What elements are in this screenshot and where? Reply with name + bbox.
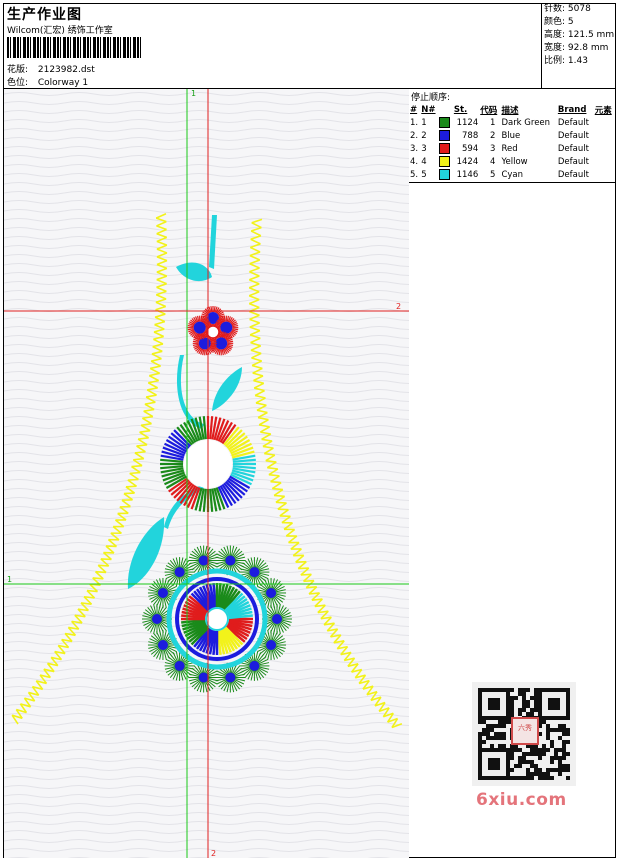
watermark-site: 6xiu.com xyxy=(476,790,567,810)
stop-sequence-title: 停止顺序: xyxy=(411,93,451,103)
design-file-label: 花版: xyxy=(7,65,29,75)
barcode xyxy=(7,37,142,58)
color-swatch xyxy=(439,117,451,128)
guide-label-top: 1 xyxy=(191,89,196,98)
stat-colors: 颜色: 5 xyxy=(544,17,574,27)
guide-label-bottom: 2 xyxy=(211,849,216,858)
stat-stitches: 针数: 5078 xyxy=(544,4,591,14)
stop-sequence-table: # N# St. 代码 描述 Brand 元素 1. 1 1124 1 Dark Gre… xyxy=(409,104,615,181)
table-header-row: # N# St. 代码 描述 Brand 元素 xyxy=(410,105,612,116)
table-row: 5. 5 1146 5 Cyan Default xyxy=(410,169,589,180)
guide-label-right: 2 xyxy=(396,302,401,311)
embroidery-preview: 1 2 1 2 xyxy=(4,89,409,858)
color-swatch xyxy=(439,169,451,180)
stop-sequence-panel: 停止顺序: # N# St. 代码 描述 Brand 元素 1. 1 1124 1 Da… xyxy=(409,89,616,181)
stat-height: 高度: 121.5 mm xyxy=(544,30,615,40)
design-file-row: 花版: 2123982.dst xyxy=(7,62,95,75)
stat-scale: 比例: 1.43 xyxy=(544,56,588,66)
table-row: 2. 2 788 2 Blue Default xyxy=(410,130,589,141)
stat-width: 宽度: 92.8 mm xyxy=(544,43,609,53)
company-name: Wilcom(汇宏) 绣饰工作室 xyxy=(7,26,113,36)
table-row: 4. 4 1424 4 Yellow Default xyxy=(410,156,589,167)
colorway-value: Colorway 1 xyxy=(37,78,89,88)
seal-text: 六秀 xyxy=(518,723,532,732)
qr-code-watermark: 六秀 xyxy=(472,682,576,786)
color-swatch xyxy=(439,156,451,167)
design-file-value: 2123982.dst xyxy=(37,65,95,75)
table-row: 3. 3 594 3 Red Default xyxy=(410,143,589,154)
table-divider xyxy=(408,182,616,183)
colorway-row: 色位: Colorway 1 xyxy=(7,75,88,88)
table-row: 1. 1 1124 1 Dark Green Default xyxy=(410,117,589,128)
color-swatch xyxy=(439,130,451,141)
stats-box: 针数: 5078 颜色: 5 高度: 121.5 mm 宽度: 92.8 mm … xyxy=(541,3,617,88)
page-title: 生产作业图 xyxy=(7,7,82,23)
colorway-label: 色位: xyxy=(7,78,29,88)
color-swatch xyxy=(439,143,451,154)
guide-label-left: 1 xyxy=(7,575,12,584)
